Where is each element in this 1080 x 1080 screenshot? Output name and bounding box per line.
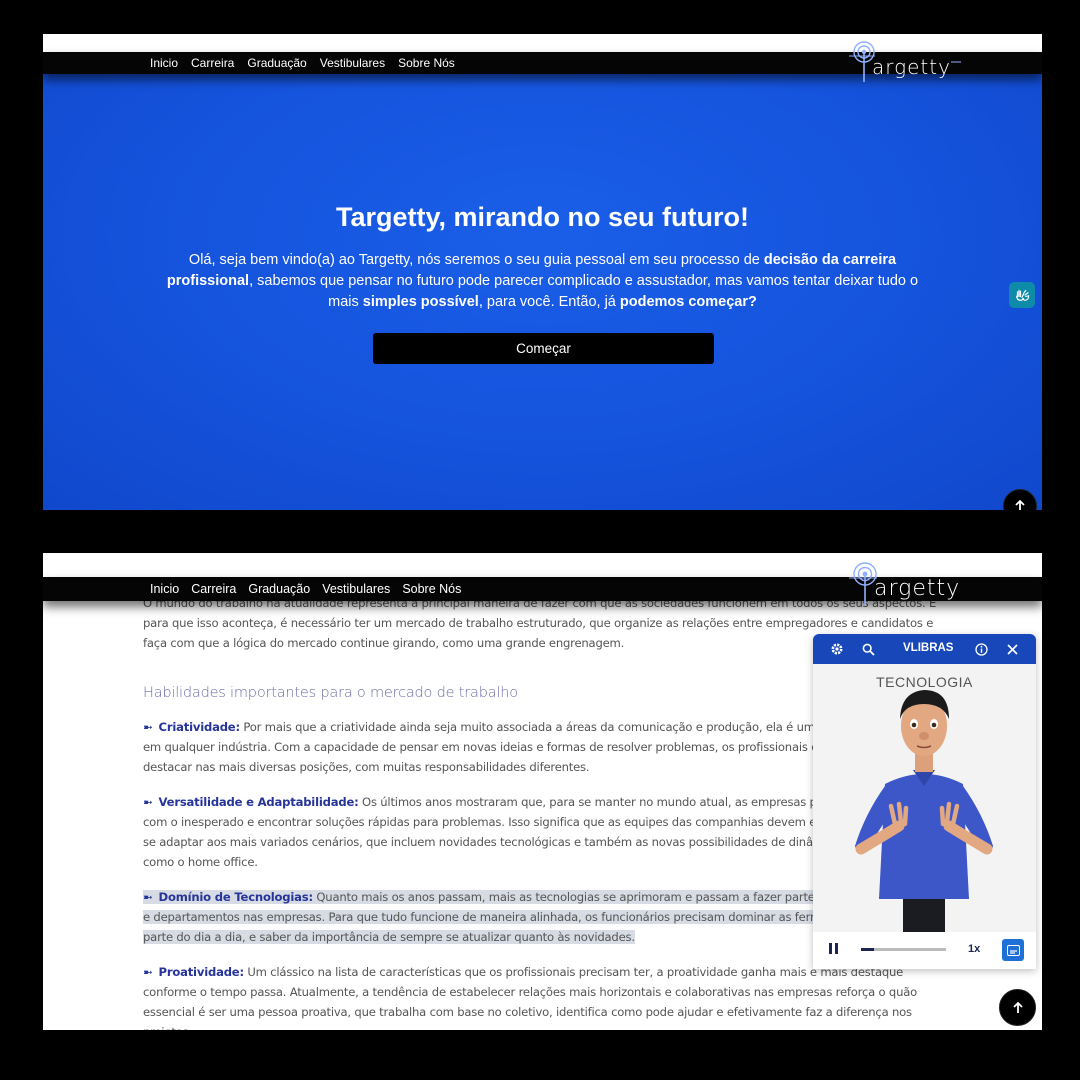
hero-section: Targetty, mirando no seu futuro! Olá, se… — [43, 52, 1042, 510]
vlibras-current-word: TECNOLOGIA — [876, 674, 973, 690]
progress-bar[interactable] — [861, 948, 946, 951]
arrow-bullet-icon: ➼ — [143, 890, 153, 904]
screenshot-hero: Targetty, mirando no seu futuro! Olá, se… — [43, 34, 1042, 510]
close-icon[interactable] — [1004, 641, 1020, 657]
logo-text: argetty — [874, 576, 961, 601]
nav-link-inicio[interactable]: Inicio — [150, 582, 179, 596]
vlibras-widget: VLIBRAS TECNOLOGIA 1x — [813, 634, 1036, 969]
arrow-up-icon — [1015, 499, 1025, 510]
arrow-bullet-icon: ➼ — [143, 965, 153, 979]
speed-button[interactable]: 1x — [968, 943, 980, 955]
nav-link-sobre-nos[interactable]: Sobre Nós — [402, 582, 461, 596]
nav-link-carreira[interactable]: Carreira — [191, 56, 234, 70]
settings-gear-icon[interactable] — [829, 641, 845, 657]
back-to-top-button[interactable] — [999, 989, 1036, 1026]
vlibras-controls: 1x — [813, 932, 1036, 969]
skill-title: Domínio de Tecnologias: — [158, 890, 314, 904]
search-icon[interactable] — [860, 641, 876, 657]
hands-sign-icon — [1016, 289, 1030, 301]
screenshot-article: O mundo do trabalho na atualidade repres… — [43, 553, 1042, 1030]
progress-fill — [861, 948, 874, 951]
info-icon[interactable] — [973, 641, 989, 657]
sign-language-avatar — [855, 690, 993, 932]
nav-link-inicio[interactable]: Inicio — [150, 56, 178, 70]
skill-title: Versatilidade e Adaptabilidade: — [158, 795, 359, 809]
nav-link-sobre-nos[interactable]: Sobre Nós — [398, 56, 455, 70]
hero-title: Targetty, mirando no seu futuro! — [335, 202, 749, 232]
skill-item: ➼ Proatividade: Um clássico na lista de c… — [143, 962, 943, 1030]
arrow-bullet-icon: ➼ — [143, 795, 153, 809]
hero-text-bold: simples possível — [362, 294, 479, 310]
nav-link-graduacao[interactable]: Graduação — [247, 56, 306, 70]
nav-link-vestibulares[interactable]: Vestibulares — [320, 56, 385, 70]
targetty-logo[interactable]: argetty — [849, 38, 961, 82]
arrow-bullet-icon: ➼ — [143, 720, 153, 734]
nav-link-graduacao[interactable]: Graduação — [248, 582, 310, 596]
targetty-logo[interactable]: argetty — [849, 559, 960, 605]
logo-text: argetty — [872, 55, 951, 79]
target-icon — [849, 562, 877, 605]
hero-text: , para você. Então, já — [478, 294, 620, 310]
skill-title: Proatividade: — [158, 965, 245, 979]
back-to-top-button[interactable] — [1003, 489, 1037, 510]
nav-link-carreira[interactable]: Carreira — [191, 582, 236, 596]
hero-text: Olá, seja bem vindo(a) ao Targetty, nós … — [188, 252, 764, 268]
start-button[interactable]: Começar — [373, 333, 714, 364]
libras-widget-button[interactable] — [1009, 282, 1035, 308]
subtitles-icon[interactable] — [1002, 939, 1024, 961]
skill-title: Criatividade: — [158, 720, 241, 734]
hero-text-bold: podemos começar? — [619, 294, 757, 310]
pause-icon[interactable] — [829, 943, 843, 957]
hero-welcome-text: Olá, seja bem vindo(a) ao Targetty, nós … — [165, 250, 920, 313]
nav-link-vestibulares[interactable]: Vestibulares — [322, 582, 390, 596]
vlibras-header: VLIBRAS — [813, 634, 1036, 664]
skill-text: Um clássico na lista de características … — [143, 965, 918, 1030]
arrow-up-icon — [1012, 1001, 1023, 1013]
logo-line-icon — [950, 61, 961, 63]
vlibras-title: VLIBRAS — [903, 642, 954, 654]
